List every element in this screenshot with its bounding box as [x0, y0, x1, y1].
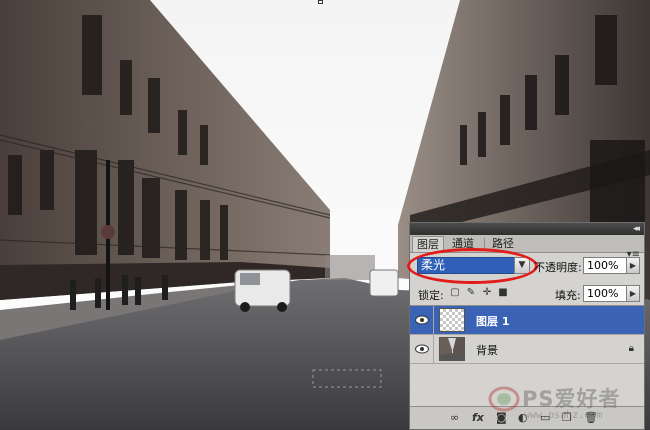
layers-list: 图层 1 背景 🔒︎ [410, 305, 644, 409]
lock-transparent-icon[interactable]: ▢ [450, 287, 460, 298]
eye-icon[interactable] [415, 344, 429, 354]
opacity-label: 不透明度: [534, 261, 582, 274]
panel-tabs: 图层 通道 路径 ▾≡ [410, 235, 644, 260]
panel-titlebar[interactable]: ◂◂ [410, 223, 644, 235]
eye-icon[interactable] [415, 315, 429, 325]
chevron-down-icon[interactable]: ▼ [514, 257, 530, 274]
link-icon[interactable]: ∞ [450, 411, 459, 424]
new-layer-icon[interactable]: ❐ [562, 411, 572, 424]
collapse-panel-icon[interactable]: ◂◂ [633, 223, 640, 235]
tab-divider [484, 238, 485, 249]
trash-icon[interactable]: 🗑︎ [584, 411, 598, 424]
lock-brush-icon[interactable]: ✎ [466, 287, 476, 298]
opacity-slider-arrow-icon[interactable]: ▶ [626, 257, 640, 274]
layer-thumbnail [439, 308, 465, 332]
layer-thumbnail [439, 337, 465, 361]
tab-layers[interactable]: 图层 [412, 236, 444, 252]
layer-row-background[interactable]: 背景 🔒︎ [410, 335, 644, 364]
lock-all-icon[interactable]: ■ [498, 287, 508, 298]
mask-icon[interactable]: ◙ [496, 411, 507, 424]
tab-channels[interactable]: 通道 [448, 236, 478, 252]
lock-move-icon[interactable]: ✛ [482, 287, 492, 298]
visibility-toggle[interactable] [410, 335, 434, 363]
layers-bottom-toolbar: ∞ fx ◙ ◐ ▭ ❐ 🗑︎ [410, 406, 644, 429]
fx-icon[interactable]: fx [472, 411, 484, 424]
fill-label: 填充: [555, 289, 581, 302]
layer-name: 图层 1 [476, 315, 510, 328]
tab-paths[interactable]: 路径 [488, 236, 518, 252]
lock-icon: 🔒︎ [628, 343, 634, 354]
lock-label: 锁定: [418, 289, 444, 302]
blend-mode-select[interactable]: 柔光 [417, 257, 529, 274]
transform-handle[interactable] [318, 0, 323, 4]
visibility-toggle[interactable] [410, 306, 434, 334]
layers-panel: ◂◂ 图层 通道 路径 ▾≡ 柔光 ▼ 不透明度: 100% ▶ 锁定: ▢ ✎… [407, 222, 645, 430]
layer-name: 背景 [476, 344, 498, 357]
layer-row-layer1[interactable]: 图层 1 [410, 306, 644, 335]
fill-slider-arrow-icon[interactable]: ▶ [626, 285, 640, 302]
fill-input[interactable]: 100% [583, 285, 627, 302]
adjustment-icon[interactable]: ◐ [518, 411, 528, 424]
group-icon[interactable]: ▭ [540, 411, 550, 424]
opacity-input[interactable]: 100% [583, 257, 627, 274]
